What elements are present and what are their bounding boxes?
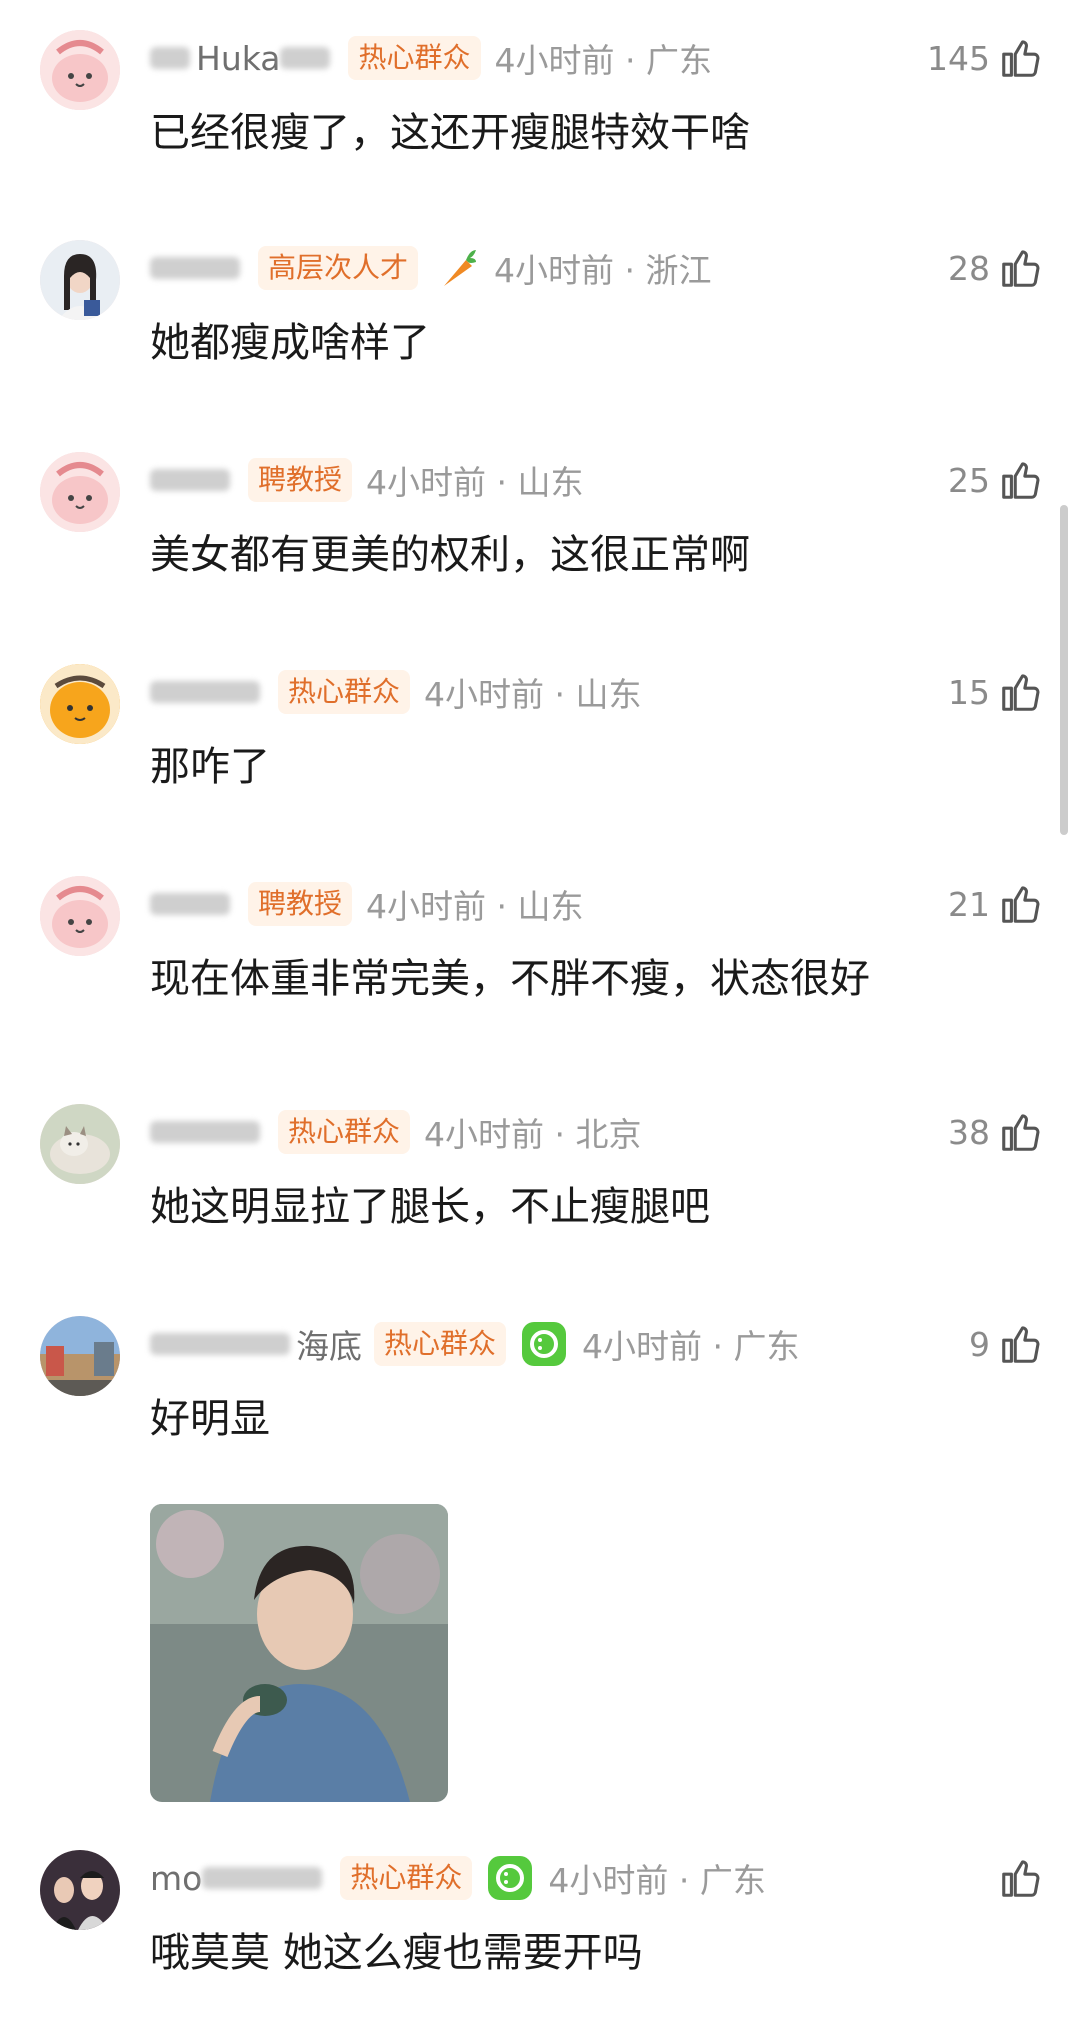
- comment-meta: 聘教授 4小时前 · 山东: [150, 876, 583, 932]
- user-badge: 热心群众: [278, 1110, 411, 1154]
- pink-mascot-avatar[interactable]: [40, 452, 120, 532]
- street-photo-avatar[interactable]: [40, 1316, 120, 1396]
- group-photo-avatar[interactable]: [40, 1850, 120, 1930]
- username[interactable]: [150, 672, 266, 712]
- comment-time: 4小时前 · 山东: [366, 887, 584, 926]
- comment-meta: 海底 热心群众 4小时前 · 广东: [150, 1316, 799, 1372]
- comment-time: 4小时前 · 广东: [548, 1861, 766, 1900]
- like-count: 15: [948, 672, 990, 712]
- like-count: 21: [948, 884, 990, 924]
- username[interactable]: [150, 884, 236, 924]
- scrollbar[interactable]: [1060, 505, 1068, 835]
- username[interactable]: 海底: [150, 1324, 362, 1366]
- comment-time: 4小时前 · 山东: [366, 463, 584, 502]
- orange-mascot-avatar[interactable]: [40, 664, 120, 744]
- comment-text: 美女都有更美的权利，这很正常啊: [150, 532, 750, 578]
- user-badge: 聘教授: [248, 458, 353, 502]
- user-badge: 热心群众: [278, 670, 411, 714]
- thumbs-up-icon: [998, 1855, 1044, 1901]
- comment-meta: Huka 热心群众 4小时前 · 广东: [150, 30, 712, 86]
- username[interactable]: mo: [150, 1858, 328, 1898]
- username[interactable]: Huka: [150, 38, 336, 78]
- like-button[interactable]: 145: [927, 30, 1044, 86]
- cat-photo-avatar[interactable]: [40, 1104, 120, 1184]
- thumbs-up-icon: [998, 1109, 1044, 1155]
- like-button[interactable]: 38: [948, 1104, 1044, 1160]
- thumbs-up-icon: [998, 457, 1044, 503]
- comment-text: 哦莫莫 她这么瘦也需要开吗: [150, 1930, 643, 1976]
- comment-text: 现在体重非常完美，不胖不瘦，状态很好: [150, 956, 870, 1002]
- comment-meta: 热心群众 4小时前 · 北京: [150, 1104, 641, 1160]
- user-badge: 热心群众: [348, 36, 481, 80]
- comment-time: 4小时前 · 北京: [424, 1115, 642, 1154]
- comment-meta: 热心群众 4小时前 · 山东: [150, 664, 641, 720]
- comment-time: 4小时前 · 浙江: [494, 251, 712, 290]
- user-badge: 热心群众: [374, 1322, 507, 1366]
- like-button[interactable]: 25: [948, 452, 1044, 508]
- thumbs-up-icon: [998, 881, 1044, 927]
- thumbs-up-icon: [998, 35, 1044, 81]
- like-button[interactable]: 21: [948, 876, 1044, 932]
- user-badge: 聘教授: [248, 882, 353, 926]
- carrot-medal-icon: [432, 244, 480, 292]
- like-count: 25: [948, 460, 990, 500]
- comment-meta: 聘教授 4小时前 · 山东: [150, 452, 583, 508]
- like-button[interactable]: 9: [969, 1316, 1044, 1372]
- user-badge: 高层次人才: [258, 246, 419, 290]
- like-count: 145: [927, 38, 990, 78]
- comment-time: 4小时前 · 山东: [424, 675, 642, 714]
- green-smile-medal-icon: [486, 1854, 534, 1902]
- like-count: 38: [948, 1112, 990, 1152]
- username[interactable]: [150, 248, 246, 288]
- comment-time: 4小时前 · 广东: [582, 1327, 800, 1366]
- like-button[interactable]: 15: [948, 664, 1044, 720]
- thumbs-up-icon: [998, 1321, 1044, 1367]
- comment-text: 好明显: [150, 1396, 270, 1442]
- like-button[interactable]: [990, 1850, 1044, 1906]
- green-smile-medal-icon: [520, 1320, 568, 1368]
- comment-text: 她这明显拉了腿长，不止瘦腿吧: [150, 1184, 710, 1230]
- thumbs-up-icon: [998, 669, 1044, 715]
- username[interactable]: [150, 460, 236, 500]
- pink-mascot-avatar[interactable]: [40, 30, 120, 110]
- reply-image[interactable]: [150, 1504, 448, 1802]
- pink-mascot-avatar[interactable]: [40, 876, 120, 956]
- like-count: 28: [948, 248, 990, 288]
- like-count: 9: [969, 1324, 990, 1364]
- user-badge: 热心群众: [340, 1856, 473, 1900]
- woman-photo-avatar[interactable]: [40, 240, 120, 320]
- comment-text: 已经很瘦了，这还开瘦腿特效干啥: [150, 110, 750, 156]
- comment-text: 她都瘦成啥样了: [150, 320, 430, 366]
- like-button[interactable]: 28: [948, 240, 1044, 296]
- comment-text: 那咋了: [150, 744, 270, 790]
- comment-time: 4小时前 · 广东: [494, 41, 712, 80]
- thumbs-up-icon: [998, 245, 1044, 291]
- comment-meta: 高层次人才 4小时前 · 浙江: [150, 240, 711, 296]
- username[interactable]: [150, 1112, 266, 1152]
- comment-meta: mo 热心群众 4小时前 · 广东: [150, 1850, 766, 1906]
